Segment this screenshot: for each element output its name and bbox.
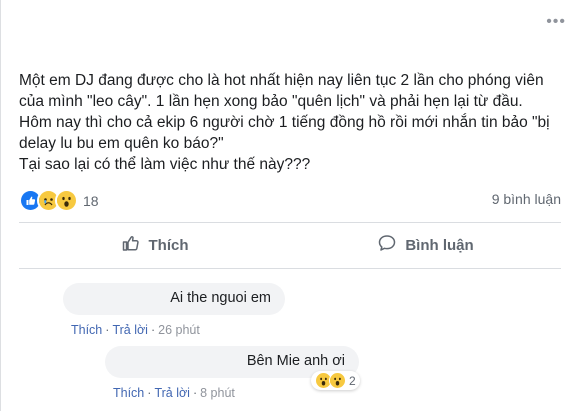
comment-reactions[interactable]: 2 (311, 371, 360, 390)
comment-count-link[interactable]: 9 bình luận (492, 191, 561, 207)
post-text-line: của mình "leo cây". 1 lần hẹn xong bảo "… (19, 93, 523, 110)
comment-reply-link[interactable]: Trả lời (112, 323, 148, 337)
comment-meta: Thích · Trả lời · 26 phút (71, 323, 200, 337)
reaction-count: 18 (83, 192, 99, 209)
like-button[interactable]: Thích (19, 228, 290, 262)
comment-timestamp[interactable]: 26 phút (158, 323, 200, 337)
reactions-summary: 18 9 bình luận (19, 189, 561, 212)
post-text-line: delay lu bu em quên ko báo?" (19, 135, 224, 152)
wow-icon (55, 189, 78, 212)
divider (19, 268, 561, 269)
comment-button[interactable]: Bình luận (290, 228, 561, 262)
comment-text: Ai the nguoi em (170, 290, 271, 306)
comment-timestamp[interactable]: 8 phút (200, 386, 235, 400)
comment-text: Bên Mie anh ơi (246, 353, 345, 369)
wow-icon (329, 372, 346, 389)
like-button-label: Thích (148, 236, 189, 254)
comment-bubble-icon (377, 233, 397, 257)
post-text-line: Một em DJ đang được cho là hot nhất hiện… (19, 72, 544, 89)
comment-reply-link[interactable]: Trả lời (154, 386, 190, 400)
thumbs-up-icon (121, 233, 141, 257)
comment-reaction-count: 2 (349, 373, 356, 388)
more-options-button[interactable]: ••• (546, 14, 566, 30)
comment-button-label: Bình luận (405, 236, 474, 254)
comment-bubble: Ai the nguoi em (63, 283, 285, 315)
comment-like-link[interactable]: Thích (71, 323, 102, 337)
divider (19, 222, 561, 223)
post-text-line: Hôm nay thì cho cả ekip 6 người chờ 1 ti… (19, 114, 550, 131)
post-text-line: Tại sao lại có thể làm việc như thế này?… (19, 156, 311, 173)
post-card: ••• Một em DJ đang được cho là hot nhất … (0, 0, 580, 411)
reaction-icons[interactable]: 18 (19, 189, 99, 212)
post-actions: Thích Bình luận (19, 228, 561, 262)
post-text: Một em DJ đang được cho là hot nhất hiện… (19, 70, 567, 175)
comment: Ai the nguoi em Thích · Trả lời · 26 phút (63, 283, 285, 337)
comment-like-link[interactable]: Thích (113, 386, 144, 400)
